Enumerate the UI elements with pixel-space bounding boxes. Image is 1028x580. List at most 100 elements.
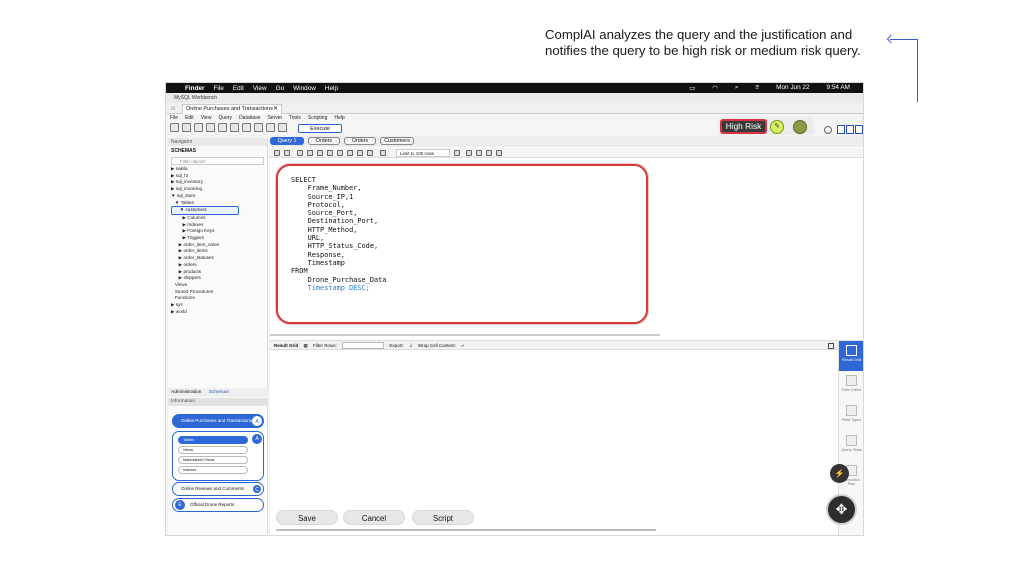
tab-orders-1[interactable]: Orders xyxy=(308,137,340,145)
sql-editor[interactable]: SELECT Frame_Number, Source_IP,1 Protoco… xyxy=(276,164,648,324)
result-grid-tab[interactable]: Result Grid xyxy=(839,341,863,371)
wrap-cell-icon[interactable]: ⤶ xyxy=(461,343,464,348)
schema-tree-item[interactable]: ▶ Indexes xyxy=(171,222,267,229)
menubar-go[interactable]: Go xyxy=(276,85,285,92)
menu-scripting[interactable]: Scripting xyxy=(308,115,327,122)
gear-icon[interactable] xyxy=(824,126,832,134)
lightning-fab-icon[interactable]: ⚡ xyxy=(830,464,849,483)
menubar-help[interactable]: Help xyxy=(325,85,338,92)
autocommit-icon[interactable] xyxy=(367,150,373,156)
schema-tree-item[interactable]: Stored Procedures xyxy=(171,289,267,296)
wrap-lines-icon[interactable] xyxy=(496,150,502,156)
menubar-view[interactable]: View xyxy=(253,85,267,92)
schema-tree-item[interactable]: ▶ products xyxy=(171,269,267,276)
group-online-purchases[interactable]: Online Purchases and Transactions A xyxy=(172,414,264,428)
rollback-icon[interactable] xyxy=(357,150,363,156)
schema-tree-item[interactable]: ▼ Tables xyxy=(171,200,267,207)
schema-tree-item[interactable]: ▶ order_statuses xyxy=(171,255,267,262)
bookmark-icon[interactable] xyxy=(454,150,460,156)
schema-tree-item[interactable]: ▶ sys xyxy=(171,302,267,309)
grid-icon[interactable]: ▦ xyxy=(304,343,308,348)
menu-view[interactable]: View xyxy=(201,115,212,122)
search-icon[interactable]: ⌕ xyxy=(735,84,739,92)
schema-tree-item[interactable]: ▶ sql_inventory xyxy=(171,179,267,186)
form-editor-tab[interactable]: Form Editor xyxy=(839,371,863,401)
tab-query-1[interactable]: Query 1 xyxy=(270,137,304,145)
schema-tree-item[interactable]: ▶ Columns xyxy=(171,215,267,222)
save-file-icon[interactable] xyxy=(284,150,290,156)
reconnect-icon[interactable] xyxy=(278,123,287,132)
panel-layout-icon[interactable] xyxy=(837,125,863,134)
create-function-icon[interactable] xyxy=(254,123,263,132)
menubar-file[interactable]: File xyxy=(214,85,224,92)
group-official-drone[interactable]: E Official Drone Reports xyxy=(172,498,264,512)
tab-administration[interactable]: Administration xyxy=(171,390,201,395)
menu-tools[interactable]: Tools xyxy=(289,115,301,122)
execute-current-icon[interactable] xyxy=(307,150,313,156)
script-button[interactable]: Script xyxy=(412,510,474,525)
schema-tree-item[interactable]: ▶ sql_hr xyxy=(171,173,267,180)
field-types-tab[interactable]: Field Types xyxy=(839,401,863,431)
pencil-icon[interactable]: ✎ xyxy=(770,120,784,134)
subitem-tables[interactable]: Tables xyxy=(178,436,248,444)
toggle-secondary-sidebar-icon[interactable] xyxy=(855,125,863,134)
menubar-app-name[interactable]: Finder xyxy=(185,85,205,92)
menu-server[interactable]: Server xyxy=(267,115,282,122)
filter-rows-input[interactable] xyxy=(342,342,385,350)
commit-icon[interactable] xyxy=(347,150,353,156)
menu-edit[interactable]: Edit xyxy=(185,115,194,122)
toggle-sidebar-icon[interactable] xyxy=(837,125,845,134)
toggle-error-icon[interactable] xyxy=(337,150,343,156)
schema-tree-item[interactable]: ▼ customers xyxy=(171,206,267,215)
connection-tab[interactable]: Online Purchases and Transactions ✕ xyxy=(182,104,282,114)
menu-help[interactable]: Help xyxy=(334,115,344,122)
close-icon[interactable]: ✕ xyxy=(273,105,278,114)
tab-customers[interactable]: Customers xyxy=(380,137,414,145)
find-icon[interactable] xyxy=(476,150,482,156)
tab-schemas[interactable]: Schemas xyxy=(209,390,229,395)
subitem-views[interactable]: Views xyxy=(178,446,248,454)
create-schema-icon[interactable] xyxy=(206,123,215,132)
status-circle-button[interactable] xyxy=(793,120,807,134)
execute-button[interactable]: Execute xyxy=(298,124,342,133)
wifi-icon[interactable]: ◠ xyxy=(712,84,718,92)
menu-database[interactable]: Database xyxy=(239,115,260,122)
execute-lightning-icon[interactable] xyxy=(297,150,303,156)
explain-icon[interactable] xyxy=(317,150,323,156)
filter-objects-input[interactable]: Filter objects xyxy=(171,157,264,165)
schema-tree-item[interactable]: ▶ world xyxy=(171,309,267,316)
schema-tree-item[interactable]: Functions xyxy=(171,295,267,302)
export-icon[interactable]: ⇩ xyxy=(409,343,413,348)
schema-tree-item[interactable]: ▶ order_items xyxy=(171,248,267,255)
create-table-icon[interactable] xyxy=(218,123,227,132)
schema-tree-item[interactable]: Views xyxy=(171,282,267,289)
schema-tree-item[interactable]: ▶ Triggers xyxy=(171,235,267,242)
move-fab-icon[interactable]: ✥ xyxy=(826,494,857,525)
battery-icon[interactable]: ▭ xyxy=(689,84,695,92)
schema-tree-item[interactable]: ▶ orders xyxy=(171,262,267,269)
create-procedure-icon[interactable] xyxy=(242,123,251,132)
toggle-panel-icon[interactable] xyxy=(828,343,834,349)
toggle-output-icon[interactable] xyxy=(380,150,386,156)
menubar-edit[interactable]: Edit xyxy=(233,85,244,92)
schema-tree-item[interactable]: ▶ sakila xyxy=(171,166,267,173)
search-table-icon[interactable] xyxy=(266,123,275,132)
new-sql-tab-icon[interactable] xyxy=(170,123,179,132)
menu-query[interactable]: Query xyxy=(218,115,232,122)
schema-tree-item[interactable]: ▼ sql_store xyxy=(171,193,267,200)
home-icon[interactable]: ⌂ xyxy=(171,105,175,112)
open-file-icon[interactable] xyxy=(274,150,280,156)
invisible-chars-icon[interactable] xyxy=(486,150,492,156)
create-view-icon[interactable] xyxy=(230,123,239,132)
control-center-icon[interactable]: ≡ xyxy=(755,84,759,92)
subitem-materialized-views[interactable]: Materialized Views xyxy=(178,456,248,464)
tab-orders-2[interactable]: Orders xyxy=(344,137,376,145)
menubar-window[interactable]: Window xyxy=(293,85,316,92)
toggle-output-icon[interactable] xyxy=(846,125,854,134)
editor-scrollbar[interactable] xyxy=(270,334,660,336)
query-stats-tab[interactable]: Query Stats xyxy=(839,431,863,461)
cancel-button[interactable]: Cancel xyxy=(343,510,405,525)
schema-inspector-icon[interactable] xyxy=(194,123,203,132)
high-risk-badge[interactable]: High Risk xyxy=(720,119,767,134)
schema-tree-item[interactable]: ▶ sql_invoicing xyxy=(171,186,267,193)
